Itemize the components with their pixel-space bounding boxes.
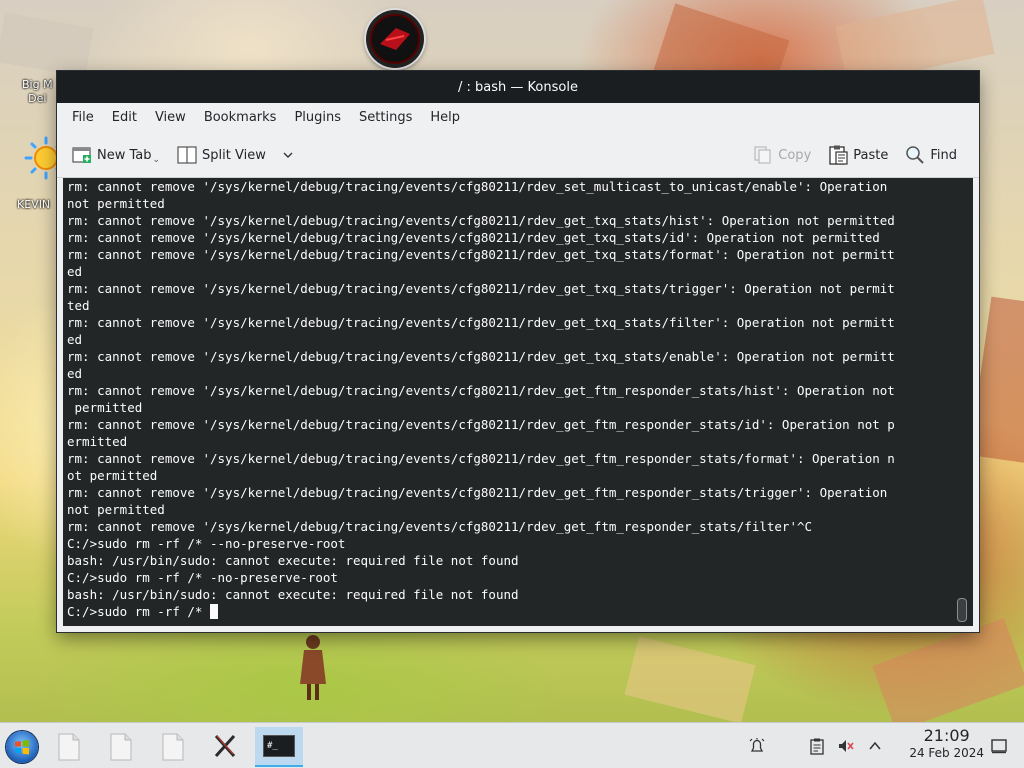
new-tab-label: New Tab (97, 147, 152, 163)
window-titlebar[interactable]: / : bash — Konsole (57, 71, 979, 103)
alarm-icon[interactable] (748, 737, 766, 755)
wallpaper-shard (624, 636, 756, 724)
task-file-icon[interactable] (110, 733, 132, 761)
search-icon (906, 146, 925, 164)
desktop-background: Big M Del KEVIN / : bash — Konsole File … (0, 0, 1024, 768)
split-view-button[interactable]: Split View (170, 140, 272, 170)
terminal-line: bash: /usr/bin/sudo: cannot execute: req… (67, 587, 519, 602)
menu-help[interactable]: Help (421, 103, 469, 133)
wallpaper-shard (872, 618, 1024, 732)
copy-label: Copy (778, 147, 812, 163)
clock-time: 21:09 (923, 726, 970, 745)
terminal-line: ermitted (67, 434, 128, 449)
paste-button[interactable]: Paste (821, 140, 894, 170)
windows-logo-icon (15, 740, 29, 755)
menu-edit[interactable]: Edit (103, 103, 146, 133)
chevron-down-icon (283, 152, 293, 158)
copy-icon (754, 146, 771, 164)
terminal-line: rm: cannot remove '/sys/kernel/debug/tra… (67, 485, 888, 500)
new-tab-icon (72, 147, 91, 163)
new-tab-button[interactable]: New Tab ⌄ (65, 140, 166, 170)
clipboard-icon[interactable] (808, 737, 826, 755)
terminal-line: ted (67, 298, 90, 313)
chevron-up-icon[interactable] (866, 737, 884, 755)
terminal-line: rm: cannot remove '/sys/kernel/debug/tra… (67, 383, 895, 398)
terminal-line: rm: cannot remove '/sys/kernel/debug/tra… (67, 230, 880, 245)
window-title: / : bash — Konsole (458, 79, 578, 95)
toolbar: New Tab ⌄ Split View Copy Paste Find (57, 133, 979, 178)
terminal-line: rm: cannot remove '/sys/kernel/debug/tra… (67, 281, 895, 296)
menu-view[interactable]: View (146, 103, 195, 133)
clock-date: 24 Feb 2024 (909, 746, 984, 760)
volume-muted-icon[interactable] (837, 737, 855, 755)
terminal-line: rm: cannot remove '/sys/kernel/debug/tra… (67, 247, 895, 262)
menu-file[interactable]: File (63, 103, 103, 133)
terminal-line: rm: cannot remove '/sys/kernel/debug/tra… (67, 349, 895, 364)
x-app-icon[interactable] (212, 733, 238, 759)
floating-badge-icon[interactable] (366, 10, 424, 68)
terminal-view[interactable]: rm: cannot remove '/sys/kernel/debug/tra… (63, 178, 973, 626)
terminal-line: C:/>sudo rm -rf /* (67, 604, 210, 619)
split-view-icon (177, 146, 197, 164)
desktop-icon-label[interactable]: Big M Del (22, 78, 53, 106)
show-desktop-icon[interactable] (990, 737, 1008, 755)
new-tab-dropdown-icon[interactable]: ⌄ (153, 155, 161, 165)
terminal-line: bash: /usr/bin/sudo: cannot execute: req… (67, 553, 519, 568)
terminal-line: rm: cannot remove '/sys/kernel/debug/tra… (67, 213, 895, 228)
desktop-icon-label[interactable]: KEVIN (17, 198, 50, 211)
menu-bookmarks[interactable]: Bookmarks (195, 103, 286, 133)
konsole-app-icon: #_ (263, 735, 295, 757)
wallpaper-figure (300, 635, 326, 700)
konsole-window[interactable]: / : bash — Konsole File Edit View Bookma… (57, 71, 979, 632)
copy-button[interactable]: Copy (746, 140, 817, 170)
terminal-line: C:/>sudo rm -rf /* --no-preserve-root (67, 536, 346, 551)
task-file-icon[interactable] (58, 733, 80, 761)
start-menu-button[interactable] (6, 731, 38, 763)
terminal-line: rm: cannot remove '/sys/kernel/debug/tra… (67, 315, 895, 330)
taskbar-konsole-button[interactable]: #_ (255, 727, 303, 767)
digital-clock[interactable]: 21:09 24 Feb 2024 (909, 727, 984, 761)
find-label: Find (930, 147, 957, 163)
find-button[interactable]: Find (898, 140, 963, 170)
terminal-line: not permitted (67, 196, 165, 211)
terminal-line: rm: cannot remove '/sys/kernel/debug/tra… (67, 451, 895, 466)
paste-icon (829, 145, 848, 165)
menu-plugins[interactable]: Plugins (285, 103, 350, 133)
terminal-line: C:/>sudo rm -rf /* -no-preserve-root (67, 570, 338, 585)
terminal-output: rm: cannot remove '/sys/kernel/debug/tra… (63, 178, 973, 620)
badge-emblem-icon (370, 14, 420, 64)
terminal-line: ed (67, 264, 83, 279)
menu-settings[interactable]: Settings (350, 103, 421, 133)
terminal-line: rm: cannot remove '/sys/kernel/debug/tra… (67, 179, 888, 194)
konsole-app-icon-text: #_ (267, 741, 278, 751)
wallpaper-shard (0, 12, 94, 78)
terminal-line: ed (67, 332, 83, 347)
terminal-line: ed (67, 366, 83, 381)
paste-label: Paste (853, 147, 889, 163)
terminal-line: rm: cannot remove '/sys/kernel/debug/tra… (67, 519, 813, 534)
taskbar: #_ 21:09 24 Feb 2024 (0, 722, 1024, 768)
terminal-line: ot permitted (67, 468, 158, 483)
split-view-dropdown[interactable] (276, 140, 300, 170)
terminal-cursor (210, 604, 218, 619)
menu-bar: File Edit View Bookmarks Plugins Setting… (57, 103, 979, 133)
split-view-label: Split View (202, 147, 266, 163)
terminal-line: not permitted (67, 502, 165, 517)
terminal-scrollbar[interactable] (957, 598, 967, 622)
task-file-icon[interactable] (162, 733, 184, 761)
terminal-line: rm: cannot remove '/sys/kernel/debug/tra… (67, 417, 895, 432)
terminal-line: permitted (67, 400, 143, 415)
